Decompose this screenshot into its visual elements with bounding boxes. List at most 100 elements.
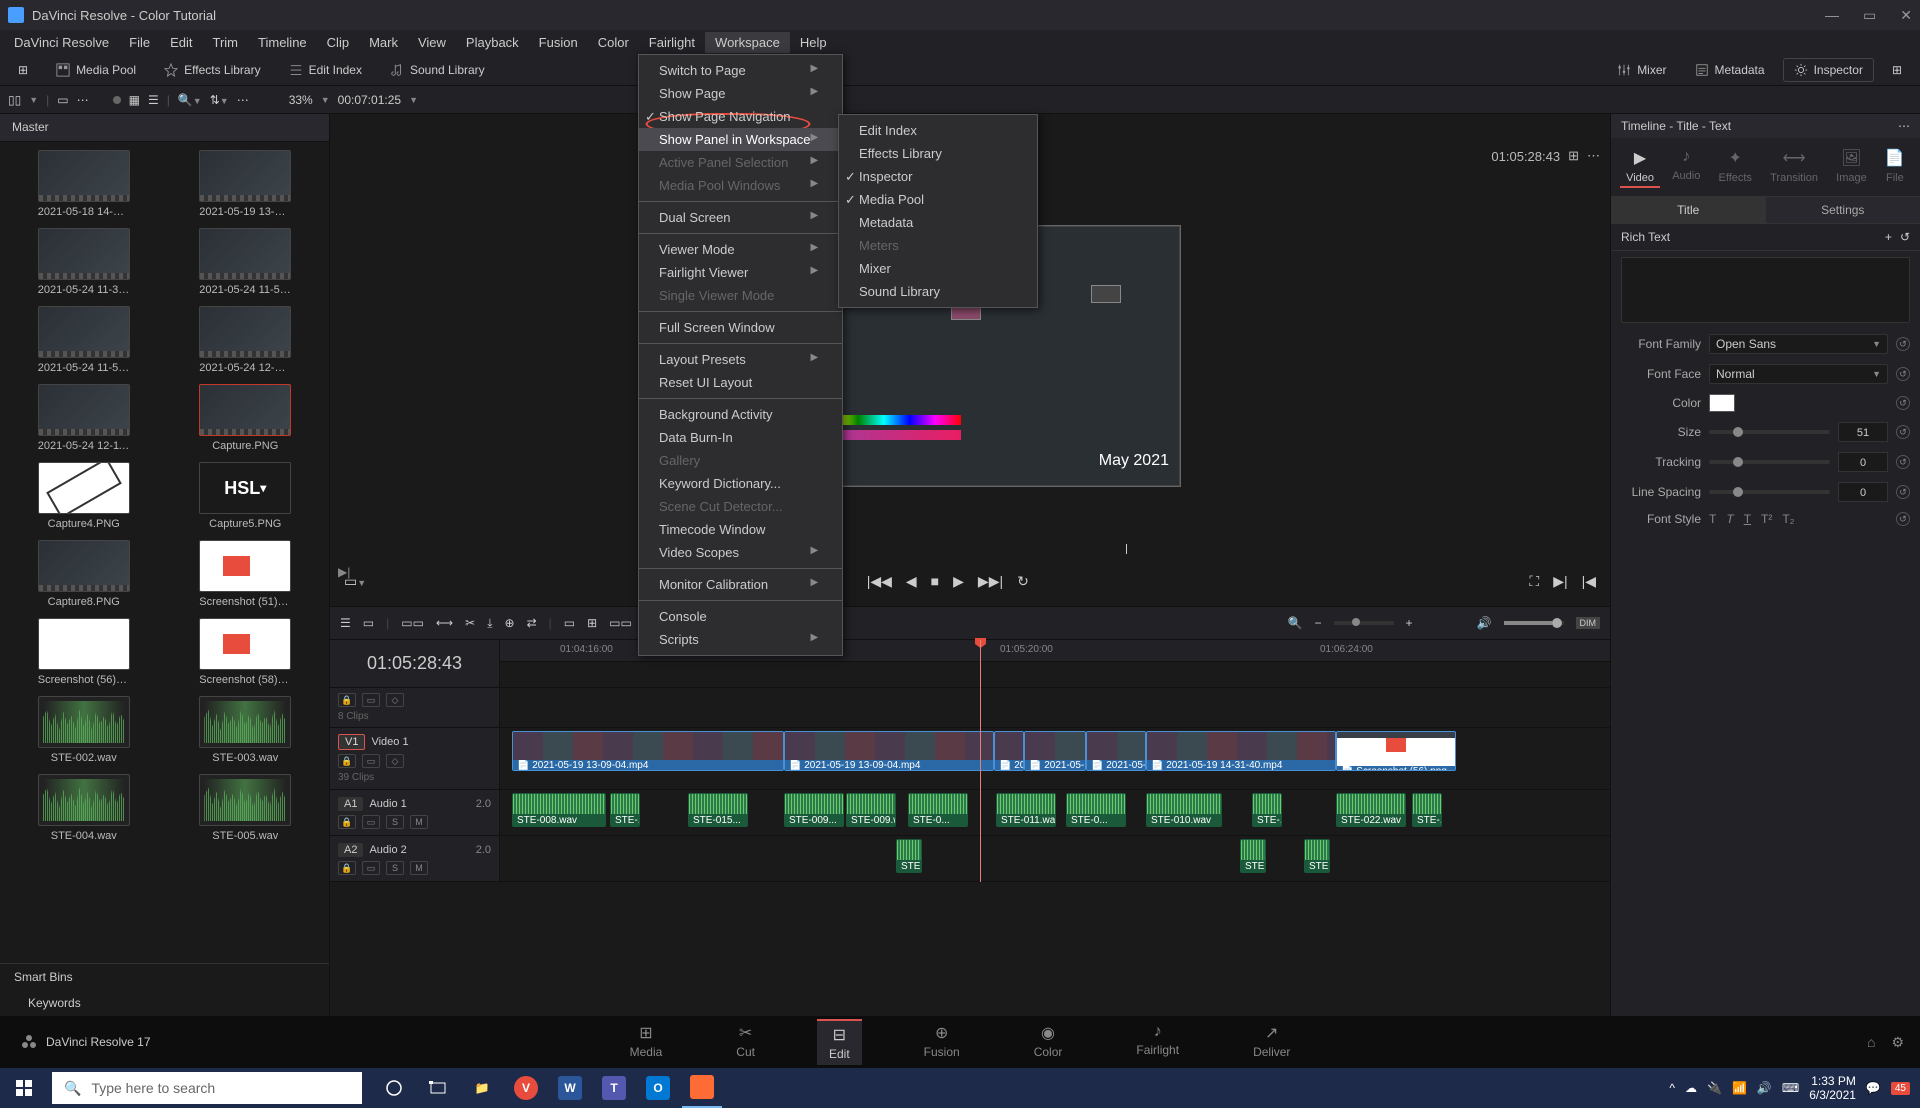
stop-button[interactable]: ■ xyxy=(931,573,939,589)
menu-davinci-resolve[interactable]: DaVinci Resolve xyxy=(4,32,119,53)
workspace-cut[interactable]: ✂Cut xyxy=(724,1019,767,1065)
effects-library-toggle[interactable]: Effects Library xyxy=(154,59,270,81)
icon[interactable]: ▭ xyxy=(362,754,380,768)
font-family-select[interactable]: Open Sans▼ xyxy=(1709,334,1888,354)
timeline-clip[interactable]: 📄 2021-05-19 13-09-04.mp4 xyxy=(512,731,784,771)
more-icon[interactable]: ⋯ xyxy=(1587,148,1600,164)
font-style-italic[interactable]: T xyxy=(1726,512,1733,526)
icon[interactable]: ▭ xyxy=(363,616,374,630)
menu-file[interactable]: File xyxy=(119,32,160,53)
lock-icon[interactable]: 🔒 xyxy=(338,754,356,768)
blade-tool-icon[interactable]: ✂ xyxy=(465,616,475,630)
workspace-fusion[interactable]: ⊕Fusion xyxy=(912,1019,972,1065)
submenu-item[interactable]: Mixer xyxy=(839,257,1037,280)
metadata-toggle[interactable]: Metadata xyxy=(1685,59,1775,81)
menu-item[interactable]: Fairlight Viewer▶ xyxy=(639,261,842,284)
keyboard-icon[interactable]: ⌨ xyxy=(1782,1081,1799,1095)
timeline-clip[interactable]: STE-0... xyxy=(1066,793,1126,827)
menu-item[interactable]: Background Activity xyxy=(639,403,842,426)
media-item[interactable]: 2021-05-24 11-53-... xyxy=(170,228,322,296)
task-view-icon[interactable] xyxy=(418,1068,458,1108)
search-icon[interactable]: 🔍▼ xyxy=(178,93,202,107)
workspace-deliver[interactable]: ↗Deliver xyxy=(1241,1019,1302,1065)
icon[interactable]: ▭ xyxy=(362,815,380,829)
font-style-underline[interactable]: T xyxy=(1744,512,1751,526)
menu-item[interactable]: Video Scopes▶ xyxy=(639,541,842,564)
font-style-subscript[interactable]: T₂ xyxy=(1782,512,1794,526)
usb-icon[interactable]: 🔌 xyxy=(1707,1081,1722,1095)
reset-icon[interactable]: ↺ xyxy=(1896,512,1910,526)
minimize-button[interactable]: — xyxy=(1825,7,1839,24)
menu-item[interactable]: Switch to Page▶ xyxy=(639,59,842,82)
title-tab[interactable]: Title xyxy=(1611,197,1766,223)
media-item[interactable]: Capture.PNG xyxy=(170,384,322,452)
menu-view[interactable]: View xyxy=(408,32,456,53)
menu-item[interactable]: Timecode Window xyxy=(639,518,842,541)
media-item[interactable]: 2021-05-24 11-55-... xyxy=(8,306,160,374)
media-pool-toggle[interactable]: Media Pool xyxy=(46,59,146,81)
resolve-taskbar-icon[interactable] xyxy=(682,1068,722,1108)
menu-item[interactable]: Show Panel in Workspace▶ xyxy=(639,128,842,151)
volume-slider[interactable] xyxy=(1504,621,1564,625)
media-item[interactable]: Screenshot (51).png xyxy=(170,540,322,608)
reset-icon[interactable]: ↺ xyxy=(1896,337,1910,351)
media-item[interactable]: Capture4.PNG xyxy=(8,462,160,530)
keywords-bin[interactable]: Keywords xyxy=(0,990,329,1016)
timeline-clip[interactable]: STE-022.wav xyxy=(1336,793,1406,827)
master-bin[interactable]: Master xyxy=(0,114,329,142)
media-item[interactable]: 2021-05-24 11-31-... xyxy=(8,228,160,296)
timeline-clip[interactable]: STE-01... xyxy=(1304,839,1330,873)
icon[interactable]: ▭ xyxy=(564,616,575,630)
menu-item[interactable]: Console xyxy=(639,605,842,628)
menu-item[interactable]: Reset UI Layout xyxy=(639,371,842,394)
workspace-color[interactable]: ◉Color xyxy=(1022,1019,1075,1065)
menu-color[interactable]: Color xyxy=(588,32,639,53)
menu-item[interactable]: Dual Screen▶ xyxy=(639,206,842,229)
layout-icon[interactable]: ▯▯ xyxy=(8,93,21,107)
icon[interactable]: ⊞ xyxy=(587,616,597,630)
reset-icon[interactable]: ↺ xyxy=(1896,455,1910,469)
overwrite-icon[interactable]: ⊕ xyxy=(505,616,515,630)
menu-item[interactable]: Show Page▶ xyxy=(639,82,842,105)
settings-tab[interactable]: Settings xyxy=(1766,197,1920,223)
first-frame-button[interactable]: |◀◀ xyxy=(867,573,892,590)
match-frame-icon[interactable]: ⛶ xyxy=(1529,573,1539,590)
media-item[interactable]: STE-005.wav xyxy=(170,774,322,842)
reset-icon[interactable]: ↺ xyxy=(1896,367,1910,381)
timeline-clip[interactable]: 📄 2021-05-1... xyxy=(1086,731,1146,771)
timeline-clip[interactable]: STE-01... xyxy=(1240,839,1266,873)
menu-workspace[interactable]: Workspace xyxy=(705,32,790,53)
media-item[interactable]: Screenshot (58).png xyxy=(170,618,322,686)
media-item[interactable]: STE-003.wav xyxy=(170,696,322,764)
icon[interactable]: ⊞ xyxy=(1568,148,1579,164)
play-button[interactable]: ▶ xyxy=(953,573,964,590)
font-face-select[interactable]: Normal▼ xyxy=(1709,364,1888,384)
tray-chevron-icon[interactable]: ^ xyxy=(1669,1081,1675,1095)
timeline-view-icon[interactable]: ☰ xyxy=(340,616,351,630)
timeline-clip[interactable]: 📄 2021-05-1... xyxy=(1024,731,1086,771)
workspace-fairlight[interactable]: ♪Fairlight xyxy=(1124,1019,1191,1065)
timeline-clip[interactable]: STE-015... xyxy=(688,793,748,827)
volume-icon[interactable]: 🔊 xyxy=(1757,1081,1772,1095)
tracking-input[interactable]: 0 xyxy=(1838,452,1888,472)
menu-mark[interactable]: Mark xyxy=(359,32,408,53)
media-item[interactable]: Screenshot (56).png xyxy=(8,618,160,686)
timeline-clip[interactable]: STE-009.wav xyxy=(846,793,896,827)
menu-help[interactable]: Help xyxy=(790,32,837,53)
timeline-clip[interactable]: STE-... xyxy=(896,839,922,873)
font-style-normal[interactable]: T xyxy=(1709,512,1716,526)
timeline-clip[interactable]: 📄 2021-05-19 13-09-04.mp4 xyxy=(784,731,994,771)
timeline-clip[interactable]: STE-0... xyxy=(908,793,968,827)
timeline-content[interactable]: 01:04:16:00 01:05:20:00 01:06:24:00 📄 20… xyxy=(500,640,1610,882)
icon[interactable]: ▭ xyxy=(362,693,380,707)
media-item[interactable]: Capture8.PNG xyxy=(8,540,160,608)
reset-icon[interactable]: ↺ xyxy=(1900,230,1910,244)
icon[interactable]: ▭ xyxy=(57,93,68,107)
lock-icon[interactable]: 🔒 xyxy=(338,815,356,829)
sort-icon[interactable]: ⇅▼ xyxy=(210,93,229,107)
menu-item[interactable]: Monitor Calibration▶ xyxy=(639,573,842,596)
loop-button[interactable]: ↻ xyxy=(1017,573,1029,590)
line-spacing-slider[interactable] xyxy=(1709,490,1830,494)
timeline-clip[interactable]: STE-011.wav xyxy=(996,793,1056,827)
timeline-clip[interactable]: STE-009... xyxy=(784,793,844,827)
